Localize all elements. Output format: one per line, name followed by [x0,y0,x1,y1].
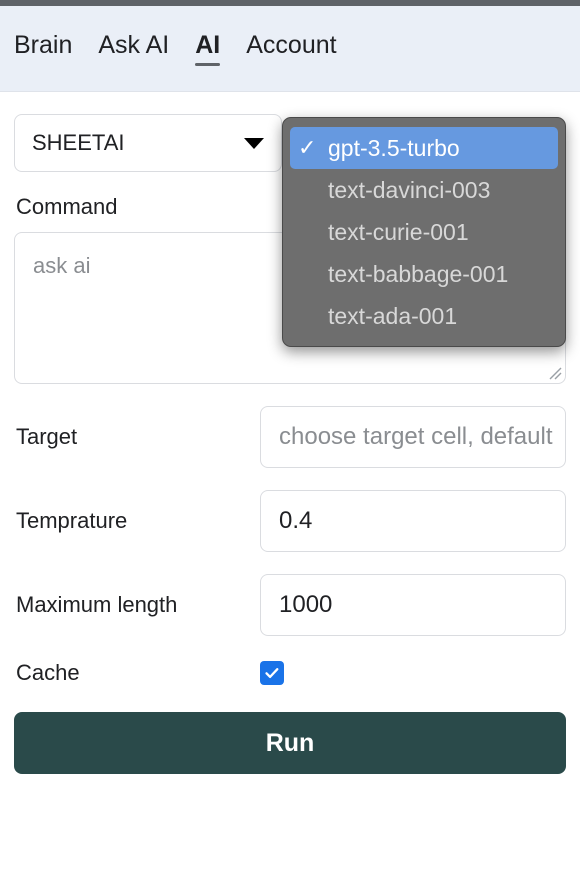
cache-checkbox[interactable] [260,661,284,685]
maximum-length-row: Maximum length 1000 [14,574,566,636]
model-option-gpt-3-5-turbo[interactable]: ✓ gpt-3.5-turbo [290,127,558,169]
provider-select[interactable]: SHEETAI [14,114,282,172]
checkmark-icon: ✓ [298,135,317,160]
nav-tab-account-label: Account [246,30,337,59]
main-navigation-bar: Brain Ask AI AI Account [0,6,580,92]
cache-label: Cache [16,660,80,685]
model-option-label: gpt-3.5-turbo [328,134,460,161]
maximum-length-label: Maximum length [16,592,178,617]
target-input-placeholder: choose target cell, default [279,423,553,450]
model-option-label: text-babbage-001 [328,260,509,287]
target-row: Target choose target cell, default [14,406,566,468]
temperature-input-value: 0.4 [279,507,313,534]
temperature-label: Temprature [16,508,128,533]
model-option-label: text-curie-001 [328,218,469,245]
nav-tab-account[interactable]: Account [246,30,337,65]
target-input[interactable]: choose target cell, default [260,406,566,468]
target-label: Target [16,424,78,449]
model-option-text-ada-001[interactable]: text-ada-001 [290,295,558,337]
maximum-length-input-value: 1000 [279,591,333,618]
temperature-input[interactable]: 0.4 [260,490,566,552]
maximum-length-input[interactable]: 1000 [260,574,566,636]
resize-grip-icon[interactable] [546,364,562,380]
nav-tab-brain-label: Brain [14,30,73,59]
model-option-text-babbage-001[interactable]: text-babbage-001 [290,253,558,295]
nav-tab-ask-ai[interactable]: Ask AI [98,30,170,65]
nav-tab-ask-ai-label: Ask AI [98,30,170,59]
model-select-popup-menu[interactable]: ✓ gpt-3.5-turbo text-davinci-003 text-cu… [282,117,566,347]
model-option-text-davinci-003[interactable]: text-davinci-003 [290,169,558,211]
model-option-label: text-ada-001 [328,302,458,329]
command-textarea-placeholder: ask ai [33,253,91,278]
run-button-label: Run [265,728,315,757]
model-option-text-curie-001[interactable]: text-curie-001 [290,211,558,253]
nav-tab-ai-label: AI [195,30,221,59]
temperature-row: Temprature 0.4 [14,490,566,552]
model-option-label: text-davinci-003 [328,176,491,203]
checkmark-icon [265,668,279,679]
run-button[interactable]: Run [14,712,566,774]
chevron-down-icon [244,137,264,149]
cache-row: Cache [14,660,566,686]
nav-tab-ai[interactable]: AI [195,30,221,66]
nav-tab-brain[interactable]: Brain [14,30,73,65]
provider-select-value: SHEETAI [32,130,125,155]
